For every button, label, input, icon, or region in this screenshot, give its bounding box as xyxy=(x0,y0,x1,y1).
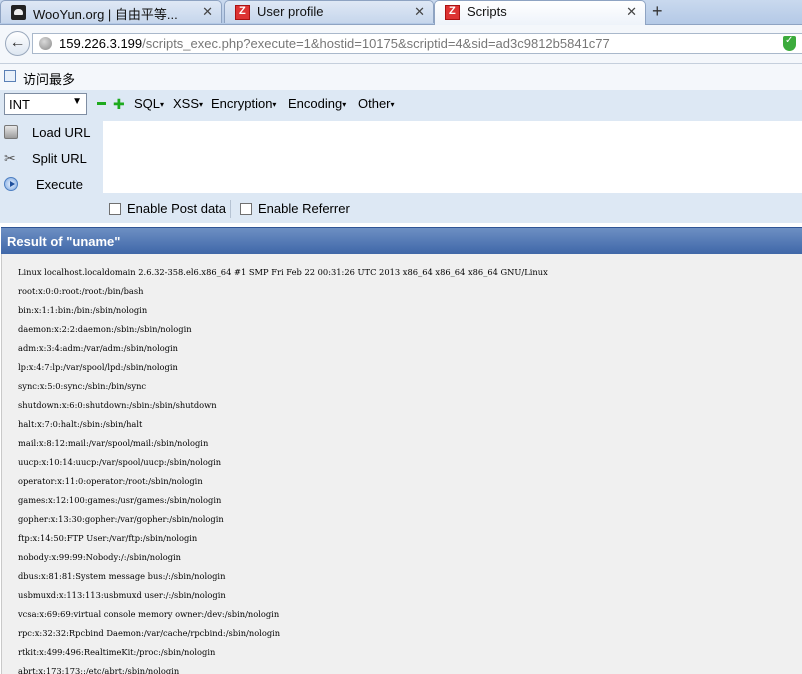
bookmark-folder-icon xyxy=(4,70,16,82)
output-line: vcsa:x:69:69:virtual console memory owne… xyxy=(18,609,280,619)
menu-encryption[interactable]: Encryption▾ xyxy=(211,96,276,111)
close-icon[interactable]: ✕ xyxy=(414,4,425,20)
caret-down-icon: ▾ xyxy=(390,100,395,110)
menu-other[interactable]: Other▾ xyxy=(358,96,395,111)
tab-strip: WooYun.org | 自由平等... ✕ User profile ✕ Sc… xyxy=(0,0,802,25)
enable-post-checkbox[interactable] xyxy=(109,203,121,215)
caret-down-icon: ▾ xyxy=(342,100,347,110)
wooyun-favicon-icon xyxy=(11,5,26,20)
plus-icon[interactable]: ✚ xyxy=(113,96,125,113)
menu-encoding[interactable]: Encoding▾ xyxy=(288,96,346,111)
split-url-label: Split URL xyxy=(32,151,87,166)
menu-label: Other xyxy=(358,96,391,111)
type-select-value: INT xyxy=(9,97,30,112)
menu-label: SQL xyxy=(134,96,161,111)
globe-icon xyxy=(39,37,52,50)
output-line: lp:x:4:7:lp:/var/spool/lpd:/sbin/nologin xyxy=(18,362,178,372)
tab-scripts[interactable]: Scripts ✕ xyxy=(434,0,646,25)
back-arrow-icon: ← xyxy=(9,34,26,51)
url-textarea[interactable] xyxy=(103,121,802,193)
enable-referrer-label: Enable Referrer xyxy=(258,201,350,216)
divider xyxy=(230,200,231,218)
enable-post-label: Enable Post data xyxy=(127,201,227,216)
red-z-favicon-icon xyxy=(445,5,460,20)
back-button[interactable]: ← xyxy=(5,31,30,56)
scissors-icon: ✂ xyxy=(4,150,16,166)
tab-label: User profile xyxy=(257,4,324,19)
load-url-button[interactable]: Load URL xyxy=(0,121,102,145)
output-line: rpc:x:32:32:Rpcbind Daemon:/var/cache/rp… xyxy=(18,628,281,638)
output-line: sync:x:5:0:sync:/sbin:/bin/sync xyxy=(18,381,147,391)
url-path: /scripts_exec.php?execute=1&hostid=10175… xyxy=(142,36,610,51)
result-title: Result of "uname" xyxy=(7,234,121,249)
tab-label: WooYun.org | 自由平等... xyxy=(33,7,178,22)
output-line: games:x:12:100:games:/usr/games:/sbin/no… xyxy=(18,495,222,505)
caret-down-icon: ▾ xyxy=(272,100,277,110)
type-select[interactable]: INT ▼ xyxy=(4,93,87,115)
bookmark-most-visited[interactable]: 访问最多 xyxy=(23,69,75,88)
play-icon xyxy=(4,177,18,191)
tab-label: Scripts xyxy=(467,4,507,19)
minus-icon[interactable] xyxy=(97,102,106,105)
tab-user-profile[interactable]: User profile ✕ xyxy=(224,0,434,23)
url-text[interactable]: 159.226.3.199/scripts_exec.php?execute=1… xyxy=(59,36,610,51)
output-line: bin:x:1:1:bin:/bin:/sbin/nologin xyxy=(18,305,148,315)
bookmarks-bar: 访问最多 xyxy=(0,64,802,90)
output-line: halt:x:7:0:halt:/sbin:/sbin/halt xyxy=(18,419,143,429)
menu-sql[interactable]: SQL▾ xyxy=(134,96,164,111)
output-line: rtkit:x:499:496:RealtimeKit:/proc:/sbin/… xyxy=(18,647,216,657)
output-line: Linux localhost.localdomain 2.6.32-358.e… xyxy=(18,267,548,277)
output-line: root:x:0:0:root:/root:/bin/bash xyxy=(18,286,144,296)
output-line: dbus:x:81:81:System message bus:/:/sbin/… xyxy=(18,571,226,581)
menu-label: XSS xyxy=(173,96,200,111)
output-line: abrt:x:173:173::/etc/abrt:/sbin/nologin xyxy=(18,666,180,674)
tab-wooyun[interactable]: WooYun.org | 自由平等... ✕ xyxy=(0,0,222,23)
output-line: daemon:x:2:2:daemon:/sbin:/sbin/nologin xyxy=(18,324,192,334)
caret-down-icon: ▾ xyxy=(199,100,204,110)
output-line: ftp:x:14:50:FTP User:/var/ftp:/sbin/nolo… xyxy=(18,533,198,543)
navigation-bar: ← 159.226.3.199/scripts_exec.php?execute… xyxy=(0,25,802,64)
output-line: nobody:x:99:99:Nobody:/:/sbin/nologin xyxy=(18,552,182,562)
load-url-icon xyxy=(4,125,18,139)
chevron-down-icon: ▼ xyxy=(72,96,82,107)
output-line: adm:x:3:4:adm:/var/adm:/sbin/nologin xyxy=(18,343,179,353)
result-output: Linux localhost.localdomain 2.6.32-358.e… xyxy=(1,254,802,674)
red-z-favicon-icon xyxy=(235,5,250,20)
output-line: operator:x:11:0:operator:/root:/sbin/nol… xyxy=(18,476,203,486)
output-line: mail:x:8:12:mail:/var/spool/mail:/sbin/n… xyxy=(18,438,209,448)
output-line: gopher:x:13:30:gopher:/var/gopher:/sbin/… xyxy=(18,514,224,524)
new-tab-button[interactable]: + xyxy=(652,1,663,22)
execute-label: Execute xyxy=(36,177,83,192)
close-icon[interactable]: ✕ xyxy=(202,4,213,20)
menu-xss[interactable]: XSS▾ xyxy=(173,96,203,111)
output-line: shutdown:x:6:0:shutdown:/sbin:/sbin/shut… xyxy=(18,400,217,410)
load-url-label: Load URL xyxy=(32,125,91,140)
menu-label: Encryption xyxy=(211,96,273,111)
output-line: uucp:x:10:14:uucp:/var/spool/uucp:/sbin/… xyxy=(18,457,222,467)
output-line: usbmuxd:x:113:113:usbmuxd user:/:/sbin/n… xyxy=(18,590,226,600)
close-icon[interactable]: ✕ xyxy=(626,4,637,20)
split-url-button[interactable]: ✂ Split URL xyxy=(0,147,102,171)
menu-label: Encoding xyxy=(288,96,343,111)
hackbar-panel: INT ▼ ✚ SQL▾ XSS▾ Encryption▾ Encoding▾ … xyxy=(0,90,802,223)
execute-button[interactable]: Execute xyxy=(0,173,102,197)
url-host: 159.226.3.199 xyxy=(59,36,143,51)
caret-down-icon: ▾ xyxy=(160,100,165,110)
result-header: Result of "uname" xyxy=(1,227,802,254)
shield-icon[interactable] xyxy=(783,35,796,51)
enable-referrer-checkbox[interactable] xyxy=(240,203,252,215)
address-bar[interactable]: 159.226.3.199/scripts_exec.php?execute=1… xyxy=(32,33,802,54)
